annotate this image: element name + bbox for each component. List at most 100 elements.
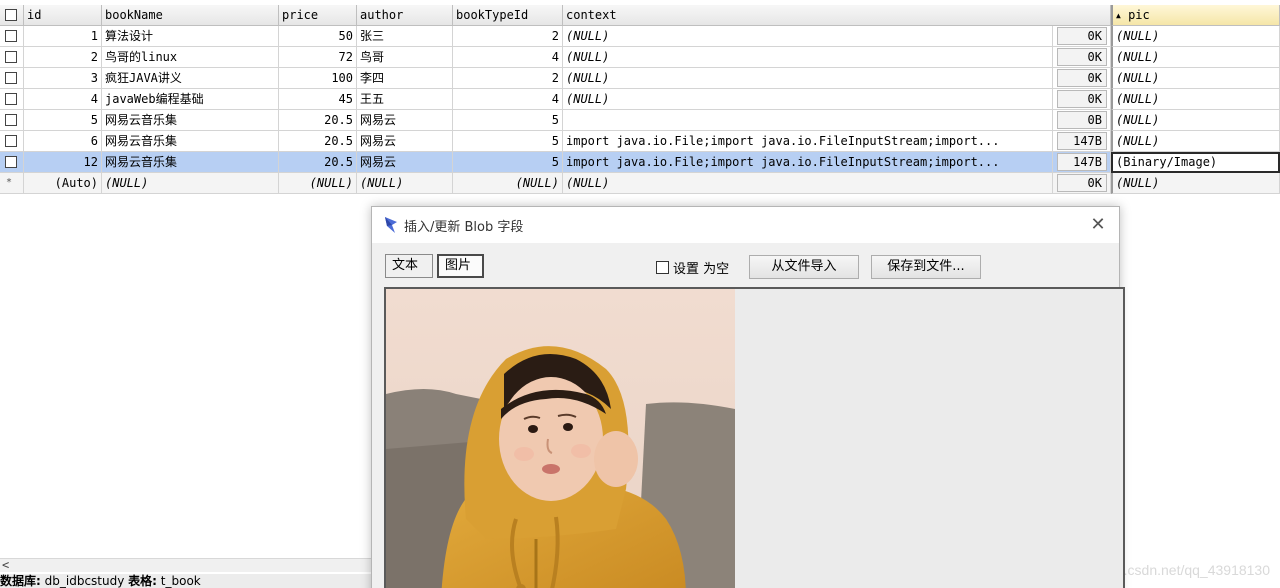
cell-bookname[interactable]: 疯狂JAVA讲义 [102, 68, 279, 89]
save-to-file-button[interactable]: 保存到文件... [871, 255, 981, 279]
cell-pic[interactable]: (NULL) [1111, 68, 1280, 89]
cell-context[interactable]: import java.io.File;import java.io.FileI… [563, 131, 1053, 152]
cell-author[interactable]: (NULL) [357, 173, 453, 194]
cell-bookname[interactable]: 鸟哥的linux [102, 47, 279, 68]
cell-id[interactable]: (Auto) [24, 173, 102, 194]
table-row[interactable]: 2 鸟哥的linux 72 鸟哥 4 (NULL) 0K (NULL) [0, 47, 1280, 68]
cell-id[interactable]: 2 [24, 47, 102, 68]
cell-booktypeid[interactable]: 4 [453, 89, 563, 110]
cell-author[interactable]: 网易云 [357, 152, 453, 173]
cell-pic-current[interactable]: (Binary/Image) [1111, 152, 1280, 173]
table-row[interactable]: 5 网易云音乐集 20.5 网易云 5 0B (NULL) [0, 110, 1280, 131]
cell-pic[interactable]: (NULL) [1111, 47, 1280, 68]
row-checkbox[interactable] [0, 68, 24, 89]
dialog-titlebar[interactable]: 插入/更新 Blob 字段 ✕ [372, 207, 1119, 243]
column-header-pic[interactable]: ▲ pic [1111, 5, 1280, 26]
column-header-pic-label: pic [1128, 8, 1150, 22]
cell-booktypeid[interactable]: 5 [453, 131, 563, 152]
column-header-booktypeid[interactable]: bookTypeId [453, 5, 563, 26]
scroll-left-arrow-icon[interactable]: < [2, 558, 9, 572]
cell-context[interactable]: (NULL) [563, 89, 1053, 110]
select-all-checkbox[interactable] [0, 5, 24, 26]
cell-author[interactable]: 王五 [357, 89, 453, 110]
cell-price[interactable]: (NULL) [279, 173, 357, 194]
tab-text[interactable]: 文本 [385, 254, 433, 278]
cell-author[interactable]: 网易云 [357, 110, 453, 131]
cell-booktypeid[interactable]: (NULL) [453, 173, 563, 194]
cell-context[interactable]: (NULL) [563, 173, 1053, 194]
cell-booktypeid[interactable]: 4 [453, 47, 563, 68]
table-row[interactable]: 6 网易云音乐集 20.5 网易云 5 import java.io.File;… [0, 131, 1280, 152]
cell-context[interactable]: (NULL) [563, 26, 1053, 47]
table-row[interactable]: 1 算法设计 50 张三 2 (NULL) 0K (NULL) [0, 26, 1280, 47]
cell-booktypeid[interactable]: 2 [453, 68, 563, 89]
column-header-price[interactable]: price [279, 5, 357, 26]
row-checkbox[interactable] [0, 152, 24, 173]
table-row-selected[interactable]: 12 网易云音乐集 20.5 网易云 5 import java.io.File… [0, 152, 1280, 173]
table-row[interactable]: 3 疯狂JAVA讲义 100 李四 2 (NULL) 0K (NULL) [0, 68, 1280, 89]
row-checkbox[interactable] [0, 131, 24, 152]
import-from-file-button[interactable]: 从文件导入 [749, 255, 859, 279]
cell-id[interactable]: 3 [24, 68, 102, 89]
set-null-checkbox[interactable] [656, 261, 669, 274]
cell-booktypeid[interactable]: 5 [453, 110, 563, 131]
cell-booktypeid[interactable]: 2 [453, 26, 563, 47]
row-checkbox[interactable] [0, 110, 24, 131]
horizontal-scrollbar[interactable]: < [0, 558, 372, 572]
cell-price[interactable]: 50 [279, 26, 357, 47]
cell-author[interactable]: 李四 [357, 68, 453, 89]
cell-id[interactable]: 12 [24, 152, 102, 173]
cell-bookname[interactable]: 网易云音乐集 [102, 110, 279, 131]
column-header-id[interactable]: id [24, 5, 102, 26]
new-row[interactable]: * (Auto) (NULL) (NULL) (NULL) (NULL) (NU… [0, 173, 1280, 194]
cell-blob-size-button[interactable]: 0K [1053, 47, 1111, 68]
row-checkbox[interactable] [0, 47, 24, 68]
cell-price[interactable]: 72 [279, 47, 357, 68]
cell-bookname[interactable]: 算法设计 [102, 26, 279, 47]
cell-author[interactable]: 鸟哥 [357, 47, 453, 68]
cell-blob-size-button[interactable]: 0K [1053, 89, 1111, 110]
column-header-bookname[interactable]: bookName [102, 5, 279, 26]
cell-blob-size-button[interactable]: 147B [1053, 152, 1111, 173]
cell-context[interactable] [563, 110, 1053, 131]
cell-pic[interactable]: (NULL) [1111, 110, 1280, 131]
close-icon[interactable]: ✕ [1085, 212, 1111, 238]
cell-id[interactable]: 1 [24, 26, 102, 47]
tab-image[interactable]: 图片 [437, 254, 484, 278]
cell-id[interactable]: 4 [24, 89, 102, 110]
table-row[interactable]: 4 javaWeb编程基础 45 王五 4 (NULL) 0K (NULL) [0, 89, 1280, 110]
cell-blob-size-button[interactable]: 0B [1053, 110, 1111, 131]
cell-author[interactable]: 网易云 [357, 131, 453, 152]
cell-booktypeid[interactable]: 5 [453, 152, 563, 173]
header-row: id bookName price author bookTypeId cont… [0, 5, 1280, 26]
cell-bookname[interactable]: 网易云音乐集 [102, 152, 279, 173]
cell-price[interactable]: 20.5 [279, 152, 357, 173]
cell-context[interactable]: (NULL) [563, 47, 1053, 68]
cell-id[interactable]: 5 [24, 110, 102, 131]
cell-bookname[interactable]: (NULL) [102, 173, 279, 194]
row-checkbox[interactable] [0, 26, 24, 47]
cell-context[interactable]: (NULL) [563, 68, 1053, 89]
cell-pic[interactable]: (NULL) [1111, 89, 1280, 110]
row-checkbox[interactable] [0, 89, 24, 110]
blob-size-label: 147B [1057, 153, 1107, 171]
cell-bookname[interactable]: javaWeb编程基础 [102, 89, 279, 110]
cell-author[interactable]: 张三 [357, 26, 453, 47]
column-header-author[interactable]: author [357, 5, 453, 26]
cell-id[interactable]: 6 [24, 131, 102, 152]
cell-price[interactable]: 100 [279, 68, 357, 89]
cell-bookname[interactable]: 网易云音乐集 [102, 131, 279, 152]
cell-pic[interactable]: (NULL) [1111, 26, 1280, 47]
dialog-title: 插入/更新 Blob 字段 [404, 220, 524, 235]
cell-price[interactable]: 45 [279, 89, 357, 110]
cell-context[interactable]: import java.io.File;import java.io.FileI… [563, 152, 1053, 173]
cell-blob-size-button[interactable]: 0K [1053, 68, 1111, 89]
cell-pic[interactable]: (NULL) [1111, 173, 1280, 194]
cell-price[interactable]: 20.5 [279, 131, 357, 152]
cell-blob-size-button[interactable]: 0K [1053, 26, 1111, 47]
cell-blob-size-button[interactable]: 0K [1053, 173, 1111, 194]
cell-blob-size-button[interactable]: 147B [1053, 131, 1111, 152]
cell-price[interactable]: 20.5 [279, 110, 357, 131]
cell-pic[interactable]: (NULL) [1111, 131, 1280, 152]
column-header-context[interactable]: context [563, 5, 1111, 26]
